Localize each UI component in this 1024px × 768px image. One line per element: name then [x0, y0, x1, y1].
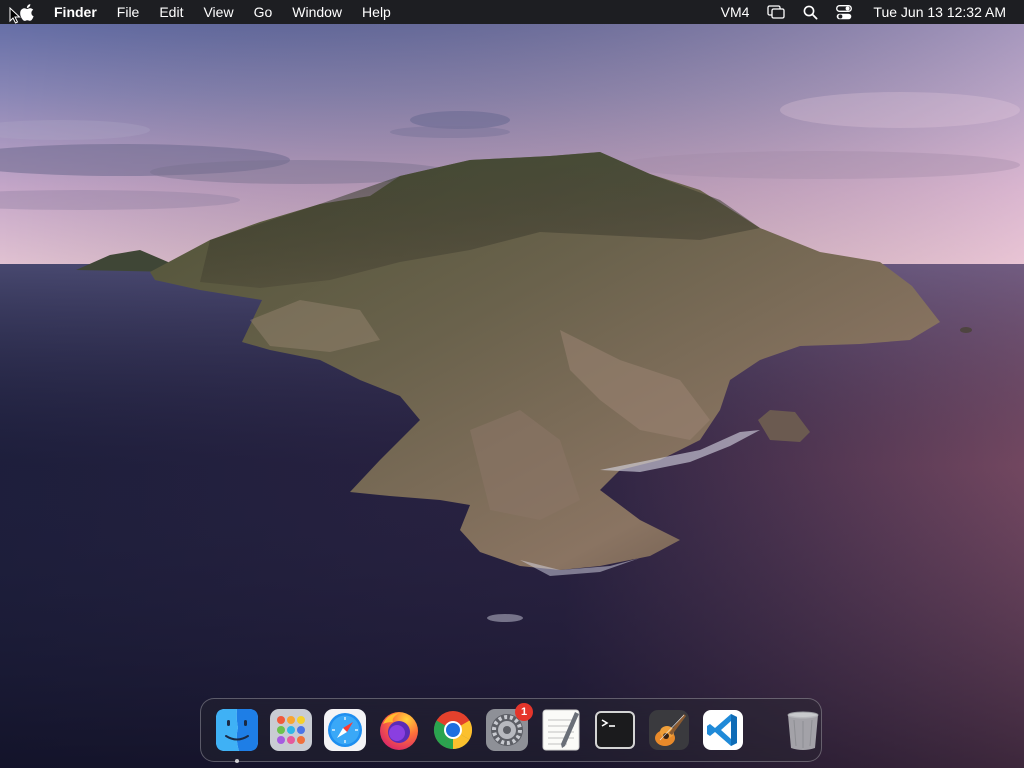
control-center-icon[interactable] — [827, 0, 861, 24]
spotlight-search-icon[interactable] — [794, 0, 827, 24]
launchpad-icon — [269, 708, 313, 752]
menu-edit[interactable]: Edit — [149, 0, 193, 24]
firefox-icon — [377, 708, 421, 752]
dock-app-finder[interactable] — [215, 708, 259, 763]
finder-icon — [215, 708, 259, 752]
notification-badge: 1 — [515, 703, 533, 721]
menu-app-name[interactable]: Finder — [46, 0, 107, 24]
dock-app-terminal[interactable] — [593, 708, 637, 752]
terminal-icon — [593, 708, 637, 752]
menu-bar: Finder File Edit View Go Window Help VM4 — [0, 0, 1024, 24]
vm-label[interactable]: VM4 — [712, 0, 759, 24]
dock-app-chrome[interactable] — [431, 708, 475, 752]
textedit-icon — [539, 708, 583, 752]
menu-clock[interactable]: Tue Jun 13 12:32 AM — [861, 0, 1006, 24]
dock-app-vscode[interactable] — [701, 708, 745, 752]
dock-trash[interactable] — [781, 708, 825, 752]
menu-file[interactable]: File — [107, 0, 150, 24]
running-indicator — [235, 759, 239, 763]
dock-app-firefox[interactable] — [377, 708, 421, 752]
menu-window[interactable]: Window — [282, 0, 352, 24]
dock: 1 — [200, 698, 825, 763]
menu-view[interactable]: View — [193, 0, 243, 24]
dock-app-safari[interactable] — [323, 708, 367, 752]
dock-app-garageband[interactable] — [647, 708, 691, 752]
menu-help[interactable]: Help — [352, 0, 401, 24]
dock-app-system-preferences[interactable]: 1 — [485, 703, 533, 752]
dock-app-launchpad[interactable] — [269, 708, 313, 752]
garageband-icon — [647, 708, 691, 752]
chrome-icon — [431, 708, 475, 752]
dock-app-textedit[interactable] — [539, 708, 583, 752]
safari-icon — [323, 708, 367, 752]
vscode-icon — [701, 708, 745, 752]
screen-mirroring-icon[interactable] — [758, 0, 794, 24]
desktop-wallpaper — [0, 0, 1024, 768]
trash-icon — [781, 708, 825, 752]
mouse-pointer-icon — [9, 6, 21, 29]
menu-go[interactable]: Go — [244, 0, 283, 24]
